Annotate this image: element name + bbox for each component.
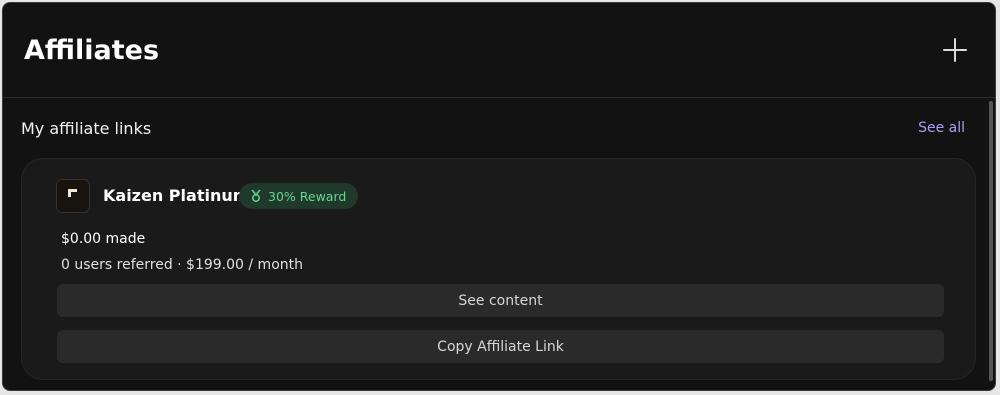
section-header: My affiliate links See all [21,115,965,145]
see-content-button[interactable]: See content [57,284,944,317]
product-name: Kaizen Platinum [103,186,250,205]
see-all-link[interactable]: See all [918,120,965,136]
affiliates-window: Affiliates My affiliate links See all Ka… [2,2,996,391]
referral-summary: 0 users referred · $199.00 / month [61,257,303,273]
reward-badge: 30% Reward [239,183,359,209]
product-logo [56,179,90,213]
section-title: My affiliate links [21,119,152,138]
earnings-amount: $0.00 made [61,231,146,247]
add-affiliate-button[interactable] [941,36,969,64]
reward-label: 30% Reward [268,188,347,204]
copy-affiliate-link-button[interactable]: Copy Affiliate Link [57,330,944,363]
gift-icon [251,189,261,202]
page-header: Affiliates [3,3,995,98]
affiliate-card: Kaizen Platinum 30% Reward $0.00 made 0 … [21,158,976,380]
kaizen-logo-icon [68,189,77,197]
scrollbar[interactable] [989,101,993,381]
plus-icon [943,38,967,62]
page-title: Affiliates [24,35,160,66]
